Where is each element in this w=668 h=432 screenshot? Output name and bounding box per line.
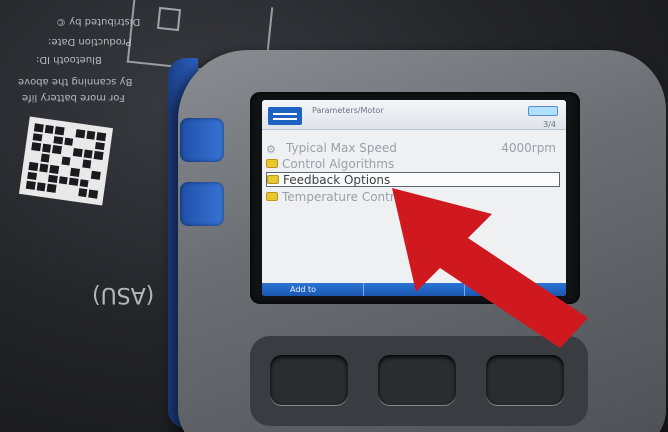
hardware-button-middle[interactable] xyxy=(378,355,456,405)
paper-line-1: For more battery life xyxy=(22,92,125,103)
paper-line-3: Bluetooth ID: xyxy=(36,54,102,65)
hardware-button-left[interactable] xyxy=(270,355,348,405)
menu-item-label: Typical Max Speed xyxy=(286,140,397,155)
menu-item-typical-max-speed[interactable]: ⚙ Typical Max Speed 4000rpm xyxy=(266,140,560,157)
qr-code xyxy=(18,116,114,206)
gear-icon: ⚙ xyxy=(266,143,276,156)
side-button-lower[interactable] xyxy=(180,182,224,226)
menu-item-control-algorithms[interactable]: Control Algorithms xyxy=(266,156,560,171)
folder-icon xyxy=(266,159,278,168)
device-screen: Parameters/Motor 3/4 ⚙ Typical Max Speed… xyxy=(262,100,566,296)
paper-line-4: Production Date: xyxy=(48,36,132,47)
softkey-3[interactable] xyxy=(465,283,566,296)
menu-logo-icon xyxy=(268,107,302,125)
screen-title-bar: Parameters/Motor 3/4 xyxy=(262,100,566,130)
menu-item-feedback-options[interactable]: Feedback Options xyxy=(266,172,560,187)
printed-icon xyxy=(156,6,182,32)
menu-item-label: Feedback Options xyxy=(283,172,391,187)
softkey-2[interactable] xyxy=(364,283,466,296)
status-icons xyxy=(528,106,558,116)
folder-icon xyxy=(266,192,278,201)
paper-line-2: By scanning the above xyxy=(18,76,133,87)
menu-item-temperature-control[interactable]: Temperature Control xyxy=(266,189,560,204)
screen-title: Parameters/Motor xyxy=(312,106,384,115)
folder-icon xyxy=(267,175,279,184)
softkey-bar: Add to xyxy=(262,283,566,296)
page-indicator: 3/4 xyxy=(543,120,556,129)
menu-item-value: 4000rpm xyxy=(501,140,556,155)
menu-item-label: Temperature Control xyxy=(282,189,406,204)
side-button-upper[interactable] xyxy=(180,118,224,162)
softkey-1[interactable]: Add to xyxy=(262,283,364,296)
paper-large-text: (ASU) xyxy=(92,282,155,307)
paper-line-5: Distributed by © xyxy=(56,16,141,27)
menu-item-label: Control Algorithms xyxy=(282,156,395,171)
hardware-button-right[interactable] xyxy=(486,355,564,405)
